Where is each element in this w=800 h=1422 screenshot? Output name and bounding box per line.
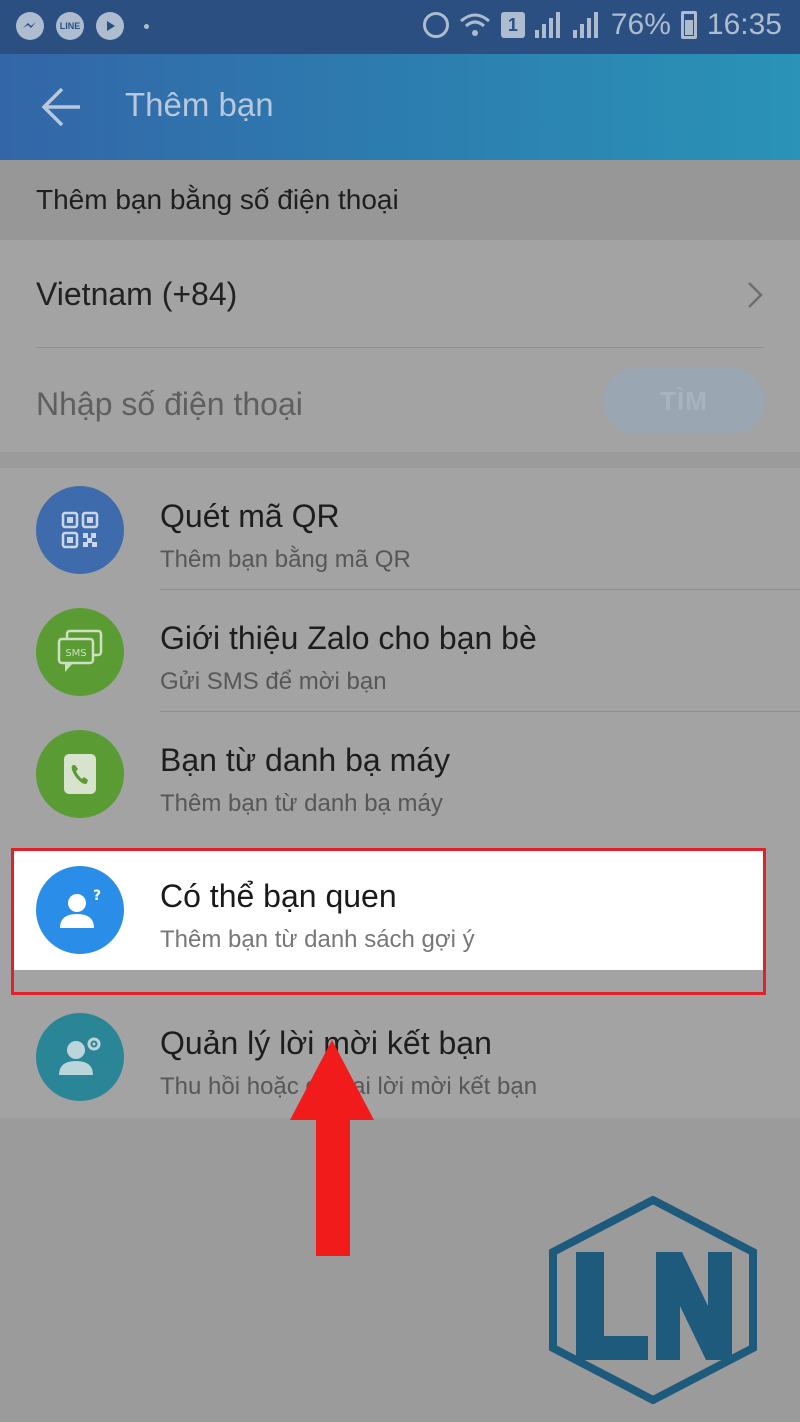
back-arrow-icon[interactable] [40,86,84,128]
battery-icon [680,11,697,39]
ln-logo [549,1196,757,1404]
section-label-phone: Thêm bạn bằng số điện thoại [36,184,399,215]
qr-code-icon [36,486,124,574]
item-title: Giới thiệu Zalo cho bạn bè [160,620,537,656]
alarm-icon [422,12,449,38]
signal-icon [534,12,563,38]
phone-search-panel: Vietnam (+84) TÌM [0,240,800,452]
country-code-label: Vietnam (+84) [36,276,238,312]
system-status: 1 76% 16:35 [422,8,782,42]
notification-icons: LINE [16,12,149,40]
list-item-phone-contacts[interactable]: Bạn từ danh bạ máy Thêm bạn từ danh bạ m… [0,712,800,834]
add-friend-options: Quét mã QR Thêm bạn bằng mã QR SMS Giới … [0,468,800,1118]
list-item-manage-requests[interactable]: Quản lý lời mời kết bạn Thu hồi hoặc gửi… [0,995,800,1117]
item-title: Quét mã QR [160,498,340,534]
battery-level: 76% [610,8,671,41]
item-title: Bạn từ danh bạ máy [160,742,451,778]
list-item-qr-scan[interactable]: Quét mã QR Thêm bạn bằng mã QR [0,468,800,590]
highlight-frame [11,848,766,995]
clock: 16:35 [706,8,782,41]
sms-icon: SMS [36,608,124,696]
item-subtitle: Thêm bạn từ danh bạ máy [160,790,443,817]
list-item-invite-sms[interactable]: SMS Giới thiệu Zalo cho bạn bè Gửi SMS đ… [0,590,800,712]
messenger-icon [16,12,44,40]
search-button[interactable]: TÌM [603,368,765,434]
more-notifications-dot [144,23,149,29]
item-subtitle: Gửi SMS để mời bạn [160,668,387,695]
phone-contacts-icon [36,730,124,818]
country-selector[interactable]: Vietnam (+84) [0,240,800,348]
phone-number-input[interactable] [36,374,556,434]
user-settings-icon [36,1013,124,1101]
sms-icon-label: SMS [65,648,86,659]
sim-indicator-icon: 1 [500,12,525,38]
item-subtitle: Thêm bạn bằng mã QR [160,546,411,573]
line-icon: LINE [56,12,84,40]
chevron-right-icon [748,282,763,308]
app-header: Thêm bạn [0,54,800,160]
line-label: LINE [59,21,81,31]
signal-2-icon [572,12,601,38]
zalo-icon [96,12,124,40]
wifi-icon [459,13,490,36]
arrow-up-annotation [290,1040,374,1256]
divider [36,347,764,348]
status-bar: LINE 1 76% 16:35 [0,0,800,54]
page-title: Thêm bạn [125,86,274,123]
